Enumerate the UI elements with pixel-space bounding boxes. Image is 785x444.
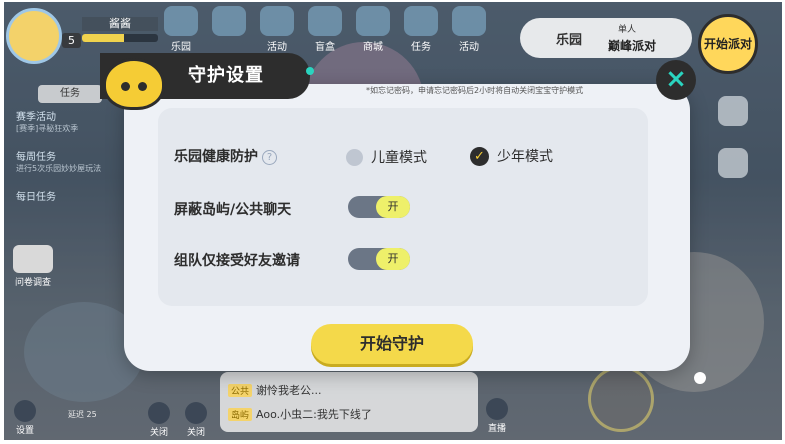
box-icon[interactable]: [718, 96, 748, 126]
blindbox-icon: [308, 6, 342, 36]
mode-name: 巅峰派对: [608, 39, 657, 53]
mic-icon: [148, 402, 170, 424]
right-tools: [718, 96, 748, 200]
nav-friends[interactable]: [208, 6, 250, 53]
action-joystick[interactable]: [588, 366, 654, 432]
teen-mode-label: 少年模式: [497, 149, 553, 165]
gear-icon: [14, 400, 36, 422]
health-protection-label: 乐园健康防护?: [174, 146, 277, 166]
camera-icon[interactable]: [718, 148, 748, 178]
start-party-button[interactable]: 开始派对: [698, 14, 758, 74]
player-level: 5: [62, 33, 81, 48]
friends-icon: [212, 6, 246, 36]
chat-channel-tag: 岛屿: [228, 407, 253, 421]
chat-channel-tag: 公共: [228, 383, 253, 397]
password-hint: *如忘记密码，申请忘记密码后2小时将自动关闭宝宝守护模式: [366, 86, 584, 95]
survey-label: 问卷调查: [14, 278, 51, 288]
team-invite-toggle[interactable]: 开: [348, 248, 410, 270]
toggle-knob: 开: [376, 248, 410, 270]
chat-line: 岛屿 Aoo.小虫二:我先下线了: [228, 406, 372, 422]
speaker-icon: [185, 402, 207, 424]
nav-park[interactable]: 乐园: [160, 6, 202, 53]
chat-line: 公共 谢怜我老公...: [228, 382, 322, 398]
chat-box[interactable]: 公共 谢怜我老公... 岛屿 Aoo.小虫二:我先下线了: [220, 372, 478, 432]
park-icon: [164, 6, 198, 36]
nav-task[interactable]: 任务: [400, 6, 442, 53]
nav-label: 任务: [411, 42, 431, 53]
toggle-knob: 开: [376, 196, 410, 218]
task-item[interactable]: 每日任务: [16, 188, 124, 203]
mic-toggle[interactable]: 关闭: [148, 402, 170, 438]
block-chat-label: 屏蔽岛屿/公共聊天: [174, 202, 292, 218]
radio-unchecked-icon: [346, 148, 363, 166]
mode-single: 单人: [618, 25, 637, 35]
nav-label: 乐园: [171, 42, 191, 53]
start-guard-button[interactable]: 开始守护: [311, 324, 473, 364]
task-icon: [404, 6, 438, 36]
block-chat-toggle[interactable]: 开: [348, 196, 410, 218]
task-item[interactable]: 每周任务 进行5次乐园妙妙屋玩法: [16, 148, 124, 174]
survey-icon: [13, 245, 53, 273]
latency-readout: 延迟 25: [68, 410, 97, 419]
activity-icon: [260, 6, 294, 36]
exp-bar: [82, 34, 158, 42]
task-item[interactable]: 赛季活动 [赛季]寻秘狂欢季: [16, 108, 124, 134]
task-desc: [赛季]寻秘狂欢季: [16, 124, 79, 133]
dialog-title: 守护设置: [188, 65, 264, 86]
nav-label: 活动: [459, 42, 479, 53]
task-title: 赛季活动: [16, 112, 56, 123]
task-title: 每日任务: [16, 192, 56, 203]
help-icon[interactable]: ?: [262, 150, 277, 165]
team-invite-label: 组队仅接受好友邀请: [174, 253, 300, 269]
player-name: 酱酱: [82, 17, 158, 31]
close-button[interactable]: ×: [656, 60, 696, 100]
exp-bar-fill: [82, 34, 124, 42]
nav-label: 活动: [267, 42, 287, 53]
nav-shop[interactable]: 商城: [352, 6, 394, 53]
radio-child-mode[interactable]: 儿童模式: [346, 147, 427, 167]
chat-text: Aoo.小虫二:我先下线了: [256, 408, 372, 421]
nav-label: 盲盒: [315, 42, 335, 53]
mode-current: 乐园: [556, 33, 583, 48]
shop-icon: [356, 6, 390, 36]
radio-teen-mode[interactable]: ✓ 少年模式: [470, 146, 553, 166]
mic-label: 关闭: [149, 428, 168, 438]
speaker-label: 关闭: [186, 428, 205, 438]
mode-selector[interactable]: 乐园 单人 巅峰派对: [520, 18, 692, 58]
guardian-logo-icon: [103, 58, 165, 110]
nav-label: 商城: [363, 42, 383, 53]
health-protection-text: 乐园健康防护: [174, 149, 258, 165]
checkmark-icon: ✓: [470, 146, 489, 166]
speaker-toggle[interactable]: 关闭: [185, 402, 207, 438]
indicator-dot: [694, 372, 706, 384]
player-avatar[interactable]: [6, 8, 62, 64]
nav-activity[interactable]: 活动: [256, 6, 298, 53]
task-tab[interactable]: 任务: [38, 85, 102, 103]
nav-blindbox[interactable]: 盲盒: [304, 6, 346, 53]
play-icon: [486, 398, 508, 420]
chat-text: 谢怜我老公...: [256, 384, 322, 397]
settings-button[interactable]: 设置: [14, 400, 36, 436]
task-title: 每周任务: [16, 152, 56, 163]
live-button[interactable]: 直播: [486, 398, 508, 434]
task-list: 赛季活动 [赛季]寻秘狂欢季 每周任务 进行5次乐园妙妙屋玩法 每日任务: [16, 108, 124, 217]
settings-label: 设置: [15, 426, 34, 436]
nav-event[interactable]: 活动: [448, 6, 490, 53]
child-mode-label: 儿童模式: [371, 150, 427, 166]
live-label: 直播: [487, 424, 506, 434]
task-desc: 进行5次乐园妙妙屋玩法: [16, 164, 102, 173]
top-nav: 乐园 活动 盲盒 商城 任务 活动: [160, 6, 490, 53]
survey-button[interactable]: 问卷调查: [8, 245, 58, 288]
event-icon: [452, 6, 486, 36]
